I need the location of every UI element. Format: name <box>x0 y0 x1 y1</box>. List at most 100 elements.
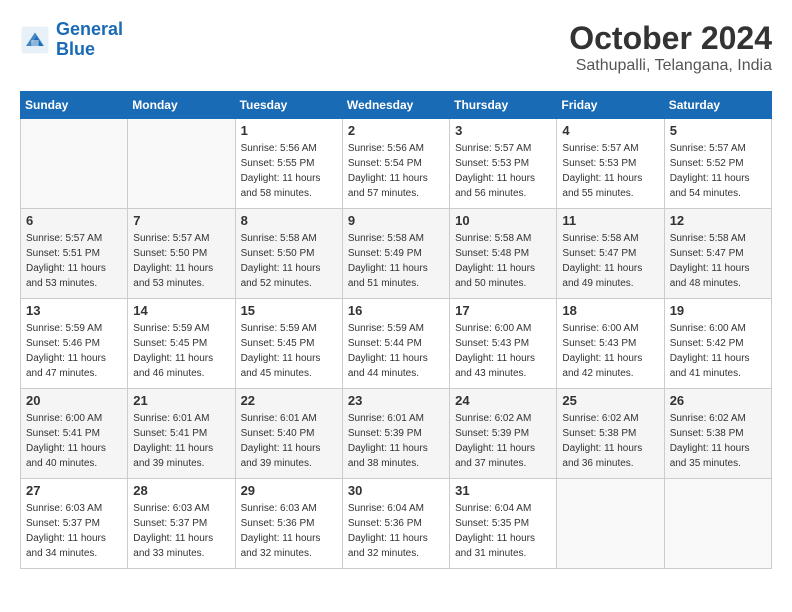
calendar-cell: 30Sunrise: 6:04 AMSunset: 5:36 PMDayligh… <box>342 479 449 569</box>
day-of-week-header: Monday <box>128 92 235 119</box>
calendar-cell: 5 Sunrise: 5:57 AMSunset: 5:52 PMDaylight… <box>664 119 771 209</box>
calendar-cell: 23 Sunrise: 6:01 AMSunset: 5:39 PMDayligh… <box>342 389 449 479</box>
day-detail: Sunrise: 6:03 AMSunset: 5:37 PMDaylight:… <box>133 501 229 561</box>
day-number: 9 <box>348 213 444 228</box>
day-of-week-header: Wednesday <box>342 92 449 119</box>
day-number: 6 <box>26 213 122 228</box>
logo-text: General Blue <box>56 20 123 60</box>
day-detail: Sunrise: 5:57 AMSunset: 5:52 PMDaylight:… <box>670 141 766 201</box>
day-of-week-header: Sunday <box>21 92 128 119</box>
page-header: General Blue October 2024 Sathupalli, Te… <box>20 20 772 75</box>
calendar-cell: 3 Sunrise: 5:57 AMSunset: 5:53 PMDaylight… <box>450 119 557 209</box>
calendar-cell: 21 Sunrise: 6:01 AMSunset: 5:41 PMDayligh… <box>128 389 235 479</box>
calendar-cell <box>128 119 235 209</box>
calendar-cell: 29Sunrise: 6:03 AMSunset: 5:36 PMDayligh… <box>235 479 342 569</box>
calendar-cell: 9 Sunrise: 5:58 AMSunset: 5:49 PMDaylight… <box>342 209 449 299</box>
calendar-table: SundayMondayTuesdayWednesdayThursdayFrid… <box>20 91 772 569</box>
day-detail: Sunrise: 5:59 AMSunset: 5:45 PMDaylight:… <box>241 321 337 381</box>
day-detail: Sunrise: 6:02 AMSunset: 5:39 PMDaylight:… <box>455 411 551 471</box>
calendar-cell: 20 Sunrise: 6:00 AMSunset: 5:41 PMDayligh… <box>21 389 128 479</box>
day-detail: Sunrise: 5:59 AMSunset: 5:45 PMDaylight:… <box>133 321 229 381</box>
day-detail: Sunrise: 5:58 AMSunset: 5:49 PMDaylight:… <box>348 231 444 291</box>
calendar-cell: 2Sunrise: 5:56 AMSunset: 5:54 PMDaylight… <box>342 119 449 209</box>
calendar-cell: 15 Sunrise: 5:59 AMSunset: 5:45 PMDayligh… <box>235 299 342 389</box>
day-number: 5 <box>670 123 766 138</box>
day-detail: Sunrise: 6:01 AMSunset: 5:41 PMDaylight:… <box>133 411 229 471</box>
calendar-cell: 7 Sunrise: 5:57 AMSunset: 5:50 PMDaylight… <box>128 209 235 299</box>
day-number: 16 <box>348 303 444 318</box>
month-title: October 2024 <box>569 20 772 57</box>
calendar-week-row: 20 Sunrise: 6:00 AMSunset: 5:41 PMDayligh… <box>21 389 772 479</box>
day-number: 29 <box>241 483 337 498</box>
day-number: 3 <box>455 123 551 138</box>
day-number: 8 <box>241 213 337 228</box>
day-number: 13 <box>26 303 122 318</box>
day-detail: Sunrise: 6:01 AMSunset: 5:40 PMDaylight:… <box>241 411 337 471</box>
day-number: 19 <box>670 303 766 318</box>
calendar-cell: 8 Sunrise: 5:58 AMSunset: 5:50 PMDaylight… <box>235 209 342 299</box>
calendar-cell: 12 Sunrise: 5:58 AMSunset: 5:47 PMDayligh… <box>664 209 771 299</box>
day-number: 11 <box>562 213 658 228</box>
day-detail: Sunrise: 5:59 AMSunset: 5:46 PMDaylight:… <box>26 321 122 381</box>
day-number: 26 <box>670 393 766 408</box>
calendar-cell: 17Sunrise: 6:00 AMSunset: 5:43 PMDayligh… <box>450 299 557 389</box>
day-number: 27 <box>26 483 122 498</box>
calendar-cell: 31 Sunrise: 6:04 AMSunset: 5:35 PMDayligh… <box>450 479 557 569</box>
calendar-week-row: 13 Sunrise: 5:59 AMSunset: 5:46 PMDayligh… <box>21 299 772 389</box>
calendar-cell: 16 Sunrise: 5:59 AMSunset: 5:44 PMDayligh… <box>342 299 449 389</box>
day-detail: Sunrise: 5:58 AMSunset: 5:48 PMDaylight:… <box>455 231 551 291</box>
calendar-cell: 11 Sunrise: 5:58 AMSunset: 5:47 PMDayligh… <box>557 209 664 299</box>
day-detail: Sunrise: 5:57 AMSunset: 5:53 PMDaylight:… <box>455 141 551 201</box>
day-detail: Sunrise: 5:58 AMSunset: 5:47 PMDaylight:… <box>670 231 766 291</box>
day-detail: Sunrise: 6:00 AMSunset: 5:43 PMDaylight:… <box>455 321 551 381</box>
day-number: 22 <box>241 393 337 408</box>
day-number: 12 <box>670 213 766 228</box>
day-detail: Sunrise: 5:58 AMSunset: 5:50 PMDaylight:… <box>241 231 337 291</box>
day-of-week-header: Friday <box>557 92 664 119</box>
calendar-week-row: 27 Sunrise: 6:03 AMSunset: 5:37 PMDayligh… <box>21 479 772 569</box>
day-number: 2 <box>348 123 444 138</box>
day-number: 23 <box>348 393 444 408</box>
day-number: 10 <box>455 213 551 228</box>
day-number: 20 <box>26 393 122 408</box>
day-detail: Sunrise: 5:58 AMSunset: 5:47 PMDaylight:… <box>562 231 658 291</box>
day-number: 24 <box>455 393 551 408</box>
calendar-cell: 22 Sunrise: 6:01 AMSunset: 5:40 PMDayligh… <box>235 389 342 479</box>
day-number: 30 <box>348 483 444 498</box>
calendar-cell <box>664 479 771 569</box>
day-number: 28 <box>133 483 229 498</box>
calendar-cell: 24 Sunrise: 6:02 AMSunset: 5:39 PMDayligh… <box>450 389 557 479</box>
day-detail: Sunrise: 6:00 AMSunset: 5:43 PMDaylight:… <box>562 321 658 381</box>
calendar-cell: 4Sunrise: 5:57 AMSunset: 5:53 PMDaylight… <box>557 119 664 209</box>
day-detail: Sunrise: 5:59 AMSunset: 5:44 PMDaylight:… <box>348 321 444 381</box>
calendar-cell: 19 Sunrise: 6:00 AMSunset: 5:42 PMDayligh… <box>664 299 771 389</box>
day-number: 15 <box>241 303 337 318</box>
day-number: 7 <box>133 213 229 228</box>
day-number: 31 <box>455 483 551 498</box>
calendar-cell: 10 Sunrise: 5:58 AMSunset: 5:48 PMDayligh… <box>450 209 557 299</box>
calendar-cell: 27 Sunrise: 6:03 AMSunset: 5:37 PMDayligh… <box>21 479 128 569</box>
day-detail: Sunrise: 6:02 AMSunset: 5:38 PMDaylight:… <box>670 411 766 471</box>
day-number: 18 <box>562 303 658 318</box>
calendar-cell <box>557 479 664 569</box>
day-detail: Sunrise: 6:04 AMSunset: 5:35 PMDaylight:… <box>455 501 551 561</box>
day-of-week-header: Saturday <box>664 92 771 119</box>
day-detail: Sunrise: 6:00 AMSunset: 5:41 PMDaylight:… <box>26 411 122 471</box>
calendar-cell: 14Sunrise: 5:59 AMSunset: 5:45 PMDayligh… <box>128 299 235 389</box>
day-detail: Sunrise: 6:01 AMSunset: 5:39 PMDaylight:… <box>348 411 444 471</box>
calendar-header-row: SundayMondayTuesdayWednesdayThursdayFrid… <box>21 92 772 119</box>
day-of-week-header: Tuesday <box>235 92 342 119</box>
day-number: 1 <box>241 123 337 138</box>
day-detail: Sunrise: 6:03 AMSunset: 5:37 PMDaylight:… <box>26 501 122 561</box>
day-detail: Sunrise: 5:57 AMSunset: 5:50 PMDaylight:… <box>133 231 229 291</box>
day-number: 21 <box>133 393 229 408</box>
calendar-cell: 26 Sunrise: 6:02 AMSunset: 5:38 PMDayligh… <box>664 389 771 479</box>
day-detail: Sunrise: 6:00 AMSunset: 5:42 PMDaylight:… <box>670 321 766 381</box>
calendar-cell: 13 Sunrise: 5:59 AMSunset: 5:46 PMDayligh… <box>21 299 128 389</box>
day-detail: Sunrise: 5:56 AMSunset: 5:55 PMDaylight:… <box>241 141 337 201</box>
calendar-cell: 1 Sunrise: 5:56 AMSunset: 5:55 PMDaylight… <box>235 119 342 209</box>
logo: General Blue <box>20 20 123 60</box>
day-detail: Sunrise: 5:57 AMSunset: 5:51 PMDaylight:… <box>26 231 122 291</box>
calendar-week-row: 6 Sunrise: 5:57 AMSunset: 5:51 PMDaylight… <box>21 209 772 299</box>
day-number: 25 <box>562 393 658 408</box>
